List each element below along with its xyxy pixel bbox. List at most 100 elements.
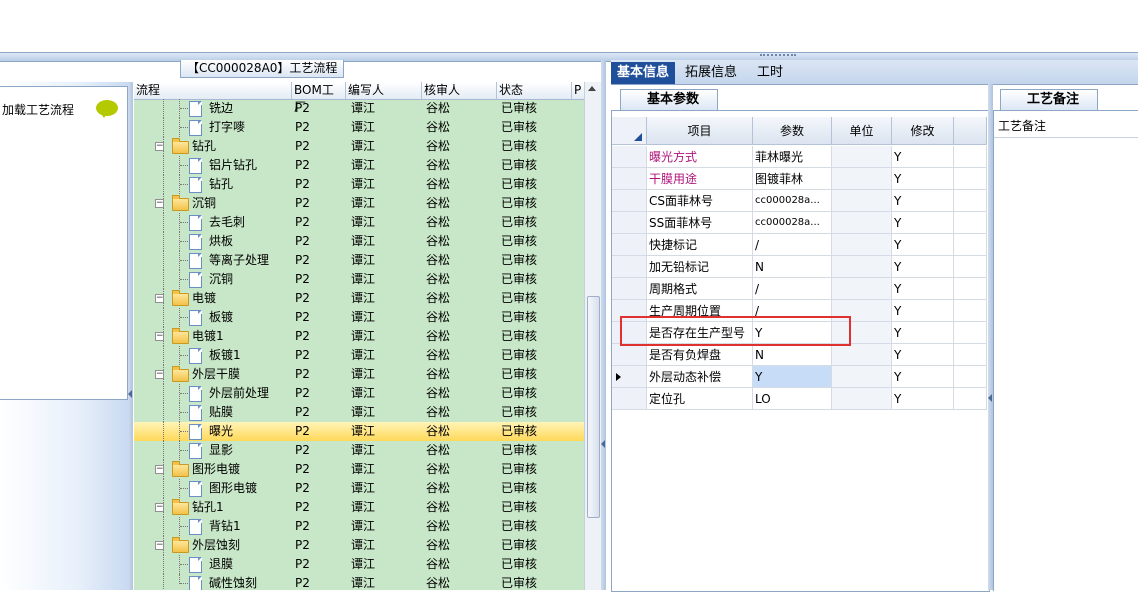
param-row[interactable]: 定位孔 LO Y (612, 388, 987, 410)
param-value-cell[interactable]: 菲林曝光 (753, 146, 832, 168)
param-row[interactable]: 是否有负焊盘 N Y (612, 344, 987, 366)
row-indicator[interactable] (612, 366, 647, 388)
scroll-up-icon[interactable] (588, 86, 596, 91)
param-value-cell[interactable]: cc000028a... (753, 190, 832, 212)
param-mod-cell[interactable]: Y (892, 300, 954, 322)
grid-header-item[interactable]: 项目 (647, 117, 753, 145)
grid-header-param[interactable]: 参数 (753, 117, 832, 145)
param-unit-cell[interactable] (832, 190, 892, 212)
tree-row[interactable]: 去毛刺 P2 谭江 谷松 已审核 (134, 213, 584, 232)
param-mod-cell[interactable]: Y (892, 322, 954, 344)
param-unit-cell[interactable] (832, 388, 892, 410)
param-unit-cell[interactable] (832, 278, 892, 300)
tab-basic-params[interactable]: 基本参数 (620, 89, 719, 110)
tree-row[interactable]: − 钻孔 P2 谭江 谷松 已审核 (134, 137, 584, 156)
param-value-cell[interactable]: 图镀菲林 (753, 168, 832, 190)
row-indicator[interactable] (612, 388, 647, 410)
col-header-flow[interactable]: 流程 (134, 82, 292, 99)
param-value-cell[interactable]: / (753, 234, 832, 256)
param-unit-cell[interactable] (832, 366, 892, 388)
collapse-middle-icon[interactable] (601, 440, 605, 448)
tab-work-hours[interactable]: 工时 (751, 62, 789, 84)
param-unit-cell[interactable] (832, 234, 892, 256)
grid-corner[interactable] (612, 117, 647, 145)
tree-row[interactable]: 碱性蚀刻 P2 谭江 谷松 已审核 (134, 574, 584, 590)
param-mod-cell[interactable]: Y (892, 168, 954, 190)
collapse-toggle-icon[interactable]: − (155, 503, 164, 512)
tree-row[interactable]: 退膜 P2 谭江 谷松 已审核 (134, 555, 584, 574)
param-value-cell[interactable]: Y (753, 366, 832, 388)
param-unit-cell[interactable] (832, 168, 892, 190)
tab-extended-info[interactable]: 拓展信息 (679, 62, 743, 84)
param-mod-cell[interactable]: Y (892, 366, 954, 388)
param-row[interactable]: CS面菲林号 cc000028a... Y (612, 190, 987, 212)
col-header-reviewer[interactable]: 核审人 (422, 82, 497, 99)
tree-row[interactable]: 板镀1 P2 谭江 谷松 已审核 (134, 346, 584, 365)
param-mod-cell[interactable]: Y (892, 344, 954, 366)
param-row[interactable]: SS面菲林号 cc000028a... Y (612, 212, 987, 234)
param-row[interactable]: 外层动态补偿 Y Y (612, 366, 987, 388)
tab-basic-info[interactable]: 基本信息 (611, 62, 676, 84)
tree-row[interactable]: − 外层蚀刻 P2 谭江 谷松 已审核 (134, 536, 584, 555)
tree-row[interactable]: 板镀 P2 谭江 谷松 已审核 (134, 308, 584, 327)
splitter-grip[interactable] (760, 54, 796, 59)
tree-row[interactable]: − 钻孔1 P2 谭江 谷松 已审核 (134, 498, 584, 517)
row-indicator[interactable] (612, 344, 647, 366)
left-splitter[interactable] (128, 82, 133, 590)
param-row[interactable]: 加无铅标记 N Y (612, 256, 987, 278)
tree-row[interactable]: 背钻1 P2 谭江 谷松 已审核 (134, 517, 584, 536)
collapse-right-icon[interactable] (988, 394, 992, 402)
tab-process-notes[interactable]: 工艺备注 (1000, 89, 1099, 110)
middle-splitter[interactable] (601, 60, 606, 590)
param-value-cell[interactable]: / (753, 278, 832, 300)
param-value-cell[interactable]: N (753, 256, 832, 278)
tree-row[interactable]: 沉铜 P2 谭江 谷松 已审核 (134, 270, 584, 289)
scroll-thumb[interactable] (587, 296, 600, 518)
tree-row[interactable]: − 沉铜 P2 谭江 谷松 已审核 (134, 194, 584, 213)
param-mod-cell[interactable]: Y (892, 212, 954, 234)
collapse-toggle-icon[interactable]: − (155, 465, 164, 474)
tree-row[interactable]: 显影 P2 谭江 谷松 已审核 (134, 441, 584, 460)
row-indicator[interactable] (612, 168, 647, 190)
param-mod-cell[interactable]: Y (892, 278, 954, 300)
col-header-writer[interactable]: 编写人 (346, 82, 422, 99)
param-unit-cell[interactable] (832, 256, 892, 278)
tree-row[interactable]: − 图形电镀 P2 谭江 谷松 已审核 (134, 460, 584, 479)
collapse-left-icon[interactable] (128, 390, 132, 398)
collapse-toggle-icon[interactable]: − (155, 541, 164, 550)
param-mod-cell[interactable]: Y (892, 190, 954, 212)
row-indicator[interactable] (612, 234, 647, 256)
grid-header-mod[interactable]: 修改 (892, 117, 954, 145)
param-row[interactable]: 周期格式 / Y (612, 278, 987, 300)
param-value-cell[interactable]: N (753, 344, 832, 366)
col-header-bom[interactable]: BOM工厂 (292, 82, 346, 114)
param-unit-cell[interactable] (832, 146, 892, 168)
tree-row[interactable]: − 外层干膜 P2 谭江 谷松 已审核 (134, 365, 584, 384)
row-indicator[interactable] (612, 278, 647, 300)
collapse-toggle-icon[interactable]: − (155, 199, 164, 208)
tree-row[interactable]: 烘板 P2 谭江 谷松 已审核 (134, 232, 584, 251)
param-unit-cell[interactable] (832, 212, 892, 234)
param-row[interactable]: 快捷标记 / Y (612, 234, 987, 256)
tree-row[interactable]: 贴膜 P2 谭江 谷松 已审核 (134, 403, 584, 422)
param-row[interactable]: 曝光方式 菲林曝光 Y (612, 146, 987, 168)
tree-row[interactable]: − 电镀 P2 谭江 谷松 已审核 (134, 289, 584, 308)
tree-row[interactable]: 等离子处理 P2 谭江 谷松 已审核 (134, 251, 584, 270)
tree-scrollbar[interactable] (584, 82, 601, 590)
tree-row[interactable]: 铣边 P2 谭江 谷松 已审核 (134, 99, 584, 118)
tree-row[interactable]: 外层前处理 P2 谭江 谷松 已审核 (134, 384, 584, 403)
row-indicator[interactable] (612, 146, 647, 168)
tree-row[interactable]: 曝光 P2 谭江 谷松 已审核 (134, 422, 584, 441)
tree-row[interactable]: 图形电镀 P2 谭江 谷松 已审核 (134, 479, 584, 498)
load-process-item[interactable]: 加载工艺流程 (0, 86, 128, 400)
collapse-toggle-icon[interactable]: − (155, 332, 164, 341)
param-mod-cell[interactable]: Y (892, 146, 954, 168)
row-indicator[interactable] (612, 212, 647, 234)
tree-row[interactable]: 铝片钻孔 P2 谭江 谷松 已审核 (134, 156, 584, 175)
param-row[interactable]: 干膜用途 图镀菲林 Y (612, 168, 987, 190)
tree-row[interactable]: − 电镀1 P2 谭江 谷松 已审核 (134, 327, 584, 346)
tree-row[interactable]: 钻孔 P2 谭江 谷松 已审核 (134, 175, 584, 194)
param-mod-cell[interactable]: Y (892, 256, 954, 278)
row-indicator[interactable] (612, 256, 647, 278)
row-indicator[interactable] (612, 190, 647, 212)
